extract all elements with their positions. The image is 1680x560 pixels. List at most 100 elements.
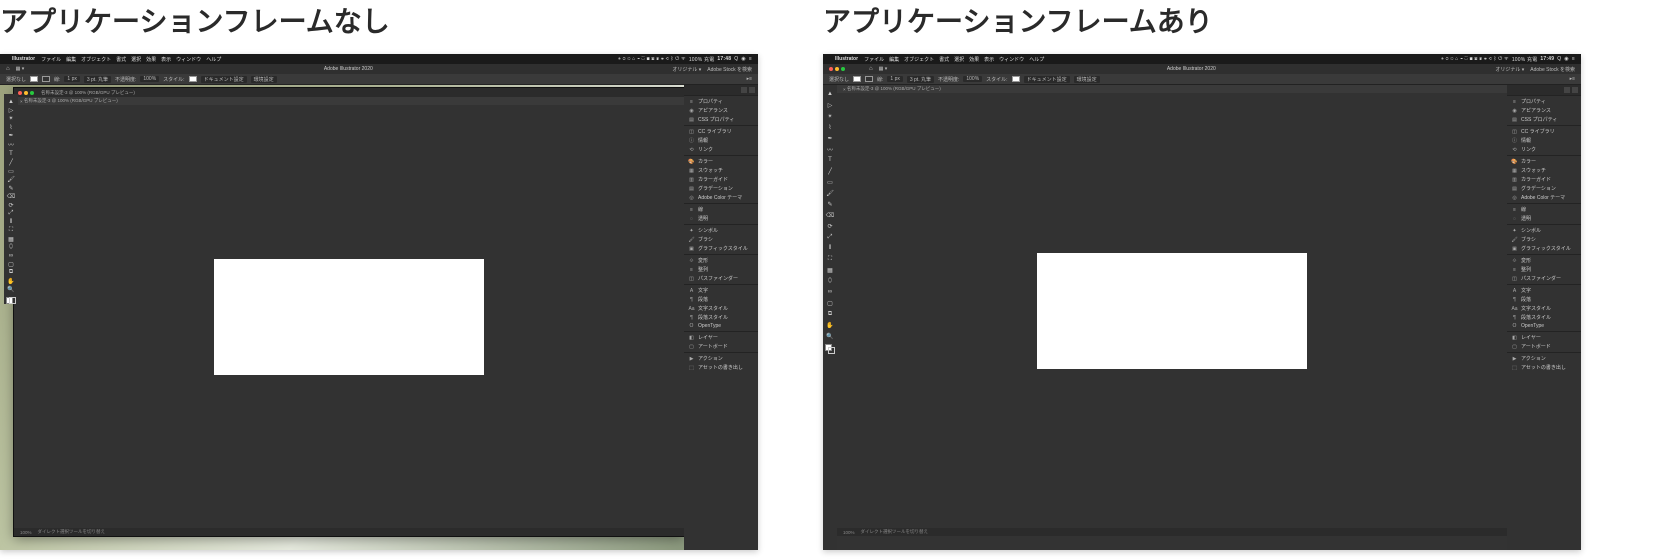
spotlight-icon[interactable]: Q [1557,56,1561,62]
pencil-tool-icon[interactable]: ✎ [6,184,16,191]
menu-item[interactable]: オブジェクト [904,56,934,63]
control-menu-icon[interactable]: ▸≡ [1570,76,1575,82]
workspace-switcher[interactable]: オリジナル ▾ [672,66,701,73]
panel-item[interactable]: ▤グラデーション [1507,184,1581,193]
panel-collapse-icon[interactable] [741,87,747,93]
panel-item[interactable]: ◎Adobe Color テーマ [684,193,758,202]
eyedropper-tool-icon[interactable]: ⬯ [825,276,835,286]
home-icon[interactable]: ⌂ [869,66,873,72]
panel-item[interactable]: ⟐変形 [1507,256,1581,265]
panel-item[interactable]: ◉アピアランス [684,106,758,115]
panel-item[interactable]: ≡線 [684,205,758,214]
stroke-swatch[interactable] [42,76,50,82]
siri-icon[interactable]: ◉ [741,56,746,62]
app-name[interactable]: Illustrator [12,56,35,62]
menu-item[interactable]: 表示 [984,56,994,63]
zoom-level[interactable]: 100% [843,530,855,535]
arrange-docs-button[interactable]: ▦ ▾ [879,66,888,72]
gradient-tool-icon[interactable]: ▦ [6,235,16,242]
width-tool-icon[interactable]: ⫴ [6,218,16,225]
adobe-stock-search[interactable]: Adobe Stock を検索 [707,66,752,73]
panel-item[interactable]: 🎨カラー [1507,157,1581,166]
panel-item[interactable]: ⟲リンク [684,145,758,154]
zoom-tool-icon[interactable]: 🔍 [6,286,16,293]
menu-item[interactable]: ウィンドウ [176,56,201,63]
paintbrush-tool-icon[interactable]: 🖌 [6,176,16,183]
lasso-tool-icon[interactable]: ⌇ [825,122,835,132]
menu-item[interactable]: オブジェクト [81,56,111,63]
paintbrush-tool-icon[interactable]: 🖌 [825,188,835,198]
menu-item[interactable]: 選択 [954,56,964,63]
minimize-icon[interactable] [835,67,839,71]
panel-item[interactable]: OOpenType [684,322,758,330]
zoom-tool-icon[interactable]: 🔍 [825,331,835,341]
stroke-weight-field[interactable]: 1 px [64,76,79,82]
panel-item[interactable]: A文字 [684,286,758,295]
panel-menu-icon[interactable] [749,87,755,93]
panel-item[interactable]: ▶アクション [684,354,758,363]
menu-item[interactable]: 書式 [116,56,126,63]
stroke-swatch[interactable] [865,76,873,82]
artboard[interactable] [214,259,484,375]
menu-item[interactable]: 効果 [146,56,156,63]
artboard[interactable] [1037,253,1307,369]
panel-item[interactable]: ▶アクション [1507,354,1581,363]
menu-item[interactable]: ヘルプ [206,56,221,63]
pencil-tool-icon[interactable]: ✎ [825,199,835,209]
fill-swatch[interactable] [853,76,861,82]
scale-tool-icon[interactable]: ⤢ [825,232,835,242]
panel-item[interactable]: 🎨カラー [684,157,758,166]
eraser-tool-icon[interactable]: ⌫ [6,193,16,200]
close-icon[interactable] [829,67,833,71]
panel-item[interactable]: 🖌ブラシ [1507,235,1581,244]
fill-swatch[interactable] [30,76,38,82]
tab-close-icon[interactable]: × [843,87,846,92]
app-name[interactable]: Illustrator [835,56,858,62]
doc-tab[interactable]: × 名称未設定-3 @ 100% (RGB/GPU プレビュー) [837,85,1507,93]
panel-item[interactable]: ¶段落 [1507,295,1581,304]
panel-item[interactable]: ⟐変形 [684,256,758,265]
panel-item[interactable]: ▦スウォッチ [1507,166,1581,175]
free-transform-tool-icon[interactable]: ⛶ [6,227,16,234]
hand-tool-icon[interactable]: ✋ [6,278,16,285]
minimize-icon[interactable] [24,91,28,95]
prefs-button[interactable]: 環境設定 [1074,76,1100,83]
home-icon[interactable]: ⌂ [6,66,10,72]
line-tool-icon[interactable]: ╱ [6,159,16,166]
brush-profile-field[interactable]: 3 pt. 丸筆 [84,76,111,83]
blend-tool-icon[interactable]: ∞ [6,252,16,259]
style-swatch[interactable] [1012,76,1020,82]
menu-item[interactable]: 選択 [131,56,141,63]
panel-item[interactable]: Aa文字スタイル [684,304,758,313]
type-tool-icon[interactable]: T [825,155,835,165]
pen-tool-icon[interactable]: ✒ [825,133,835,143]
doc-setup-button[interactable]: ドキュメント設定 [201,76,247,83]
menu-item[interactable]: 効果 [969,56,979,63]
panel-item[interactable]: ◫パスファインダー [1507,274,1581,283]
magic-wand-tool-icon[interactable]: ✴ [825,111,835,121]
panel-item[interactable]: ⬚アセットの書き出し [1507,363,1581,372]
eyedropper-tool-icon[interactable]: ⬯ [6,244,16,251]
curvature-tool-icon[interactable]: 〰 [825,144,835,154]
panel-item[interactable]: ⓘ情報 [684,136,758,145]
panel-item[interactable]: ▣グラフィックスタイル [1507,244,1581,253]
panel-item[interactable]: OOpenType [1507,322,1581,330]
panel-collapse-icon[interactable] [1564,87,1570,93]
panel-item[interactable]: ⓘ情報 [1507,136,1581,145]
free-transform-tool-icon[interactable]: ⛶ [825,254,835,264]
siri-icon[interactable]: ◉ [1564,56,1569,62]
panel-item[interactable]: Aa文字スタイル [1507,304,1581,313]
opacity-field[interactable]: 100% [963,76,982,82]
menu-item[interactable]: 表示 [161,56,171,63]
menu-item[interactable]: ファイル [864,56,884,63]
doc-setup-button[interactable]: ドキュメント設定 [1024,76,1070,83]
notification-center-icon[interactable]: ≡ [1572,56,1575,62]
style-swatch[interactable] [189,76,197,82]
panel-item[interactable]: ◫パスファインダー [684,274,758,283]
gradient-tool-icon[interactable]: ▦ [825,265,835,275]
menu-item[interactable]: ファイル [41,56,61,63]
panel-item[interactable]: ◎Adobe Color テーマ [1507,193,1581,202]
rotate-tool-icon[interactable]: ⟳ [825,221,835,231]
rectangle-tool-icon[interactable]: ▭ [6,167,16,174]
zoom-level[interactable]: 100% [20,530,32,535]
